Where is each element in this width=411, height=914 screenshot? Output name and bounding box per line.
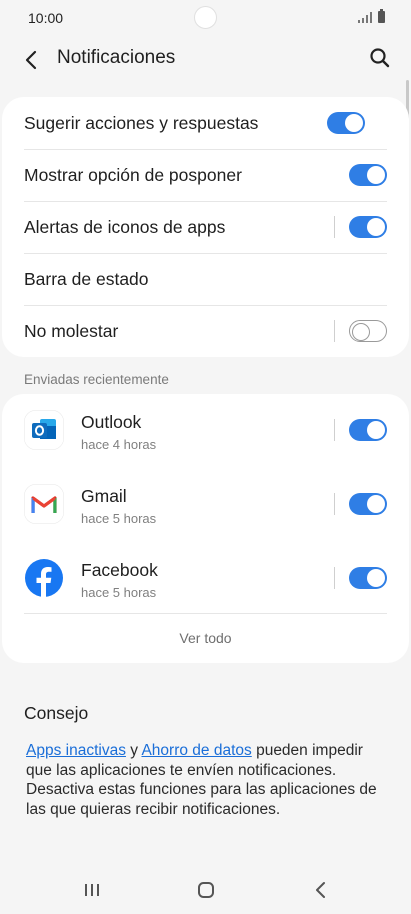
app-name: Facebook: [81, 560, 158, 580]
do-not-disturb-toggle[interactable]: [349, 320, 387, 342]
separator: [334, 216, 335, 238]
settings-card: Sugerir acciones y respuestas Mostrar op…: [2, 97, 409, 357]
recent-apps-card: Outlook hace 4 horas Gmail hace 5 horas: [2, 394, 409, 663]
gmail-toggle[interactable]: [349, 493, 387, 515]
battery-icon: [378, 9, 385, 23]
separator: [334, 567, 335, 589]
setting-label: No molestar: [24, 320, 119, 341]
app-bar: Notificaciones: [0, 36, 411, 84]
separator: [334, 320, 335, 342]
outlook-icon: [24, 410, 64, 450]
page-title: Notificaciones: [57, 47, 176, 68]
separator: [334, 419, 335, 441]
setting-label: Sugerir acciones y respuestas: [24, 112, 259, 133]
recent-apps-icon[interactable]: [78, 878, 106, 902]
app-time: hace 5 horas: [81, 585, 157, 600]
setting-suggest-actions[interactable]: Sugerir acciones y respuestas: [24, 97, 387, 149]
snooze-option-toggle[interactable]: [349, 164, 387, 186]
setting-do-not-disturb[interactable]: No molestar: [24, 305, 387, 357]
navigation-bar: [0, 866, 411, 914]
app-icon-badges-toggle[interactable]: [349, 216, 387, 238]
tip-conjunction: y: [125, 742, 142, 759]
outlook-toggle[interactable]: [349, 419, 387, 441]
signal-icon: [357, 11, 372, 23]
app-row-facebook[interactable]: Facebook hace 5 horas: [24, 550, 387, 606]
setting-label: Barra de estado: [24, 268, 149, 289]
suggest-actions-toggle[interactable]: [327, 112, 365, 134]
divider: [24, 613, 387, 614]
tip-title: Consejo: [24, 703, 89, 723]
status-time: 10:00: [28, 10, 64, 26]
camera-cutout: [194, 6, 217, 29]
setting-snooze-option[interactable]: Mostrar opción de posponer: [24, 149, 387, 201]
facebook-icon: [24, 558, 64, 598]
setting-label: Mostrar opción de posponer: [24, 164, 242, 185]
app-name: Outlook: [81, 412, 142, 432]
setting-label: Alertas de iconos de apps: [24, 216, 226, 237]
back-nav-icon[interactable]: [307, 878, 335, 902]
gmail-icon: [24, 484, 64, 524]
tip-text: Apps inactivas y Ahorro de datos pueden …: [26, 741, 386, 819]
app-row-gmail[interactable]: Gmail hace 5 horas: [24, 476, 387, 532]
data-saver-link[interactable]: Ahorro de datos: [141, 742, 251, 759]
app-row-outlook[interactable]: Outlook hace 4 horas: [24, 402, 387, 458]
app-name: Gmail: [81, 486, 127, 506]
back-arrow-icon[interactable]: [18, 46, 46, 74]
inactive-apps-link[interactable]: Apps inactivas: [26, 742, 126, 759]
status-icons: [357, 9, 385, 23]
status-bar: 10:00: [0, 0, 411, 36]
screen: 10:00 Notificaciones Sugerir acciones y …: [0, 0, 411, 914]
search-icon[interactable]: [367, 45, 393, 71]
separator: [334, 493, 335, 515]
facebook-toggle[interactable]: [349, 567, 387, 589]
setting-status-bar[interactable]: Barra de estado: [24, 253, 387, 305]
see-all-button[interactable]: Ver todo: [2, 630, 409, 646]
home-icon[interactable]: [192, 878, 220, 902]
app-time: hace 5 horas: [81, 511, 157, 526]
recent-section-header: Enviadas recientemente: [24, 372, 169, 387]
setting-app-icon-badges[interactable]: Alertas de iconos de apps: [24, 201, 387, 253]
app-time: hace 4 horas: [81, 437, 157, 452]
